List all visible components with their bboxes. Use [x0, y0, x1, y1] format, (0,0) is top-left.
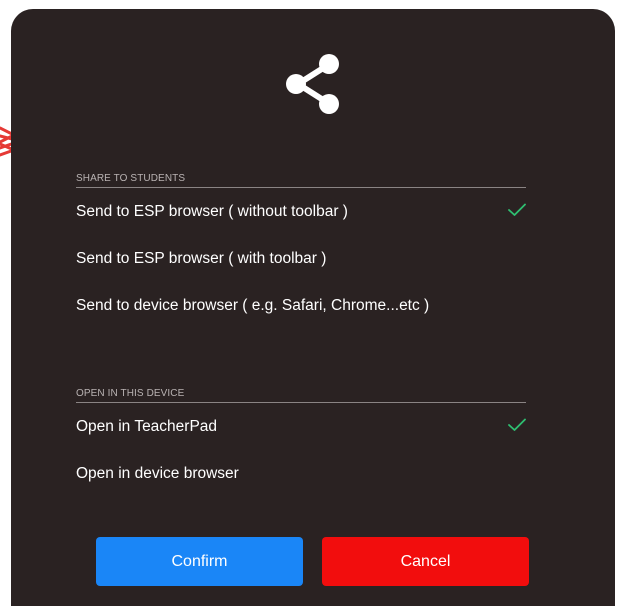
- checkmark-icon: [508, 203, 526, 216]
- share-icon: [286, 54, 339, 114]
- cancel-button[interactable]: Cancel: [322, 537, 529, 586]
- screen: SHARE TO STUDENTS Send to ESP browser ( …: [0, 0, 622, 606]
- open-in-this-device-section: OPEN IN THIS DEVICE Open in TeacherPad O…: [76, 385, 526, 497]
- option-label: Open in TeacherPad: [76, 418, 218, 435]
- option-label: Open in device browser: [76, 465, 239, 482]
- option-device-browser-students[interactable]: Send to device browser ( e.g. Safari, Ch…: [76, 282, 526, 329]
- confirm-button[interactable]: Confirm: [96, 537, 303, 586]
- option-esp-browser-without-toolbar[interactable]: Send to ESP browser ( without toolbar ): [76, 188, 526, 235]
- share-to-students-section: SHARE TO STUDENTS Send to ESP browser ( …: [76, 170, 526, 329]
- option-open-in-device-browser[interactable]: Open in device browser: [76, 450, 526, 497]
- option-label: Send to ESP browser ( with toolbar ): [76, 250, 327, 267]
- section-header: OPEN IN THIS DEVICE: [76, 385, 526, 403]
- option-open-in-teacherpad[interactable]: Open in TeacherPad: [76, 403, 526, 450]
- section-header: SHARE TO STUDENTS: [76, 170, 526, 188]
- checkmark-icon: [508, 418, 526, 431]
- option-label: Send to ESP browser ( without toolbar ): [76, 203, 348, 220]
- option-esp-browser-with-toolbar[interactable]: Send to ESP browser ( with toolbar ): [76, 235, 526, 282]
- option-label: Send to device browser ( e.g. Safari, Ch…: [76, 297, 430, 314]
